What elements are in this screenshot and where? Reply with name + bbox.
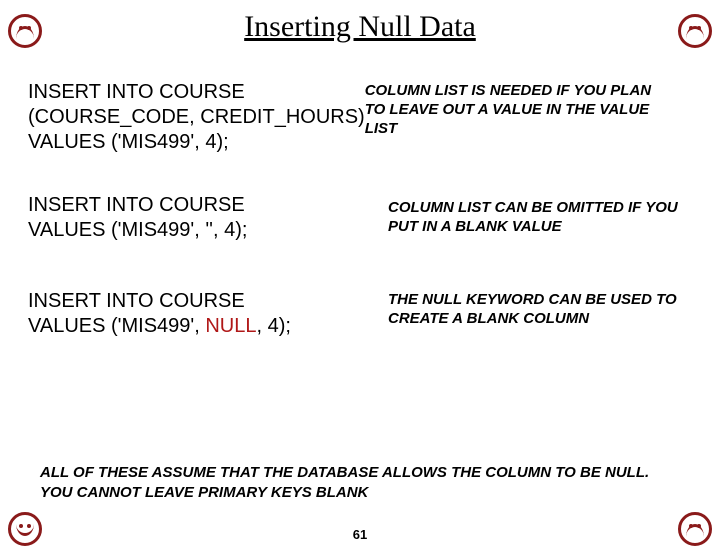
sql-code: INSERT INTO COURSE (COURSE_CODE, CREDIT_… <box>28 80 365 155</box>
slide-body: INSERT INTO COURSE (COURSE_CODE, CREDIT_… <box>28 80 700 377</box>
sql-line: VALUES ('MIS499', 4); <box>28 131 229 153</box>
slide-title: Inserting Null Data <box>0 10 720 44</box>
sql-line: INSERT INTO COURSE <box>28 194 245 216</box>
null-keyword: NULL <box>205 315 256 337</box>
sql-line: VALUES ('MIS499', '', 4); <box>28 219 247 241</box>
sql-code: INSERT INTO COURSE VALUES ('MIS499', '',… <box>28 193 388 243</box>
frown-icon <box>8 14 42 48</box>
example-note: COLUMN LIST CAN BE OMITTED IF YOU PUT IN… <box>388 193 678 237</box>
sql-code: INSERT INTO COURSE VALUES ('MIS499', NUL… <box>28 289 388 339</box>
example-note: COLUMN LIST IS NEEDED IF YOU PLAN TO LEA… <box>365 80 655 138</box>
example-note: THE NULL KEYWORD CAN BE USED TO CREATE A… <box>388 289 678 329</box>
example-3: INSERT INTO COURSE VALUES ('MIS499', NUL… <box>28 289 700 339</box>
sql-line: VALUES ('MIS499', <box>28 315 205 337</box>
example-1: INSERT INTO COURSE (COURSE_CODE, CREDIT_… <box>28 80 700 155</box>
sql-line: (COURSE_CODE, CREDIT_HOURS) <box>28 106 365 128</box>
frown-icon <box>678 14 712 48</box>
sql-line: INSERT INTO COURSE <box>28 290 245 312</box>
example-2: INSERT INTO COURSE VALUES ('MIS499', '',… <box>28 193 700 243</box>
footer-note: ALL OF THESE ASSUME THAT THE DATABASE AL… <box>40 463 680 502</box>
sql-line: INSERT INTO COURSE <box>28 81 245 103</box>
sql-line: , 4); <box>256 315 290 337</box>
